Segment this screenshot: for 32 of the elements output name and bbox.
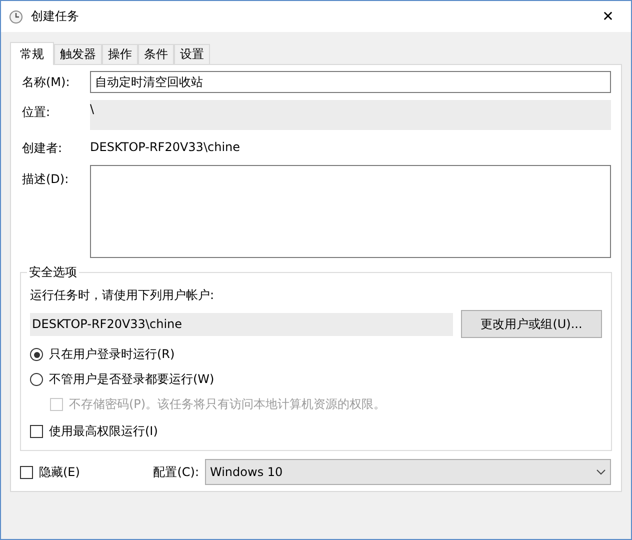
config-label: 配置(C): bbox=[153, 464, 199, 480]
name-label: 名称(M): bbox=[22, 74, 71, 91]
config-select[interactable]: Windows 10 bbox=[205, 459, 611, 485]
checkbox[interactable] bbox=[30, 425, 43, 438]
radio-button[interactable] bbox=[30, 373, 43, 386]
description-field[interactable] bbox=[90, 165, 611, 258]
group-legend: 安全选项 bbox=[27, 264, 79, 281]
account-field: DESKTOP-RF20V33\chine bbox=[30, 312, 453, 336]
option-label: 只在用户登录时运行(R) bbox=[49, 346, 175, 363]
window-title: 创建任务 bbox=[31, 8, 80, 25]
change-user-button[interactable]: 更改用户或组(U)... bbox=[461, 310, 602, 338]
chevron-down-icon bbox=[596, 469, 606, 475]
clock-icon bbox=[9, 10, 23, 24]
checkbox[interactable] bbox=[20, 466, 33, 478]
tab[interactable]: 常规 bbox=[10, 42, 54, 65]
option-label: 不管用户是否登录都要运行(W) bbox=[49, 371, 214, 388]
option-label: 不存储密码(P)。该任务将只有访问本地计算机资源的权限。 bbox=[69, 396, 386, 413]
location-field: \ bbox=[90, 100, 611, 130]
author-label: 创建者: bbox=[22, 140, 64, 157]
location-label: 位置: bbox=[22, 104, 52, 121]
close-button[interactable]: ✕ bbox=[593, 2, 623, 32]
tab[interactable]: 设置 bbox=[174, 44, 210, 64]
tab[interactable]: 操作 bbox=[102, 44, 138, 64]
radio-button[interactable] bbox=[30, 348, 43, 361]
option-label: 使用最高权限运行(I) bbox=[49, 423, 158, 440]
description-label: 描述(D): bbox=[22, 171, 70, 188]
tab[interactable]: 触发器 bbox=[54, 44, 102, 64]
author-value: DESKTOP-RF20V33\chine bbox=[90, 140, 240, 154]
hidden-label: 隐藏(E) bbox=[39, 464, 80, 480]
account-prompt: 运行任务时，请使用下列用户帐户: bbox=[30, 287, 216, 304]
tab[interactable]: 条件 bbox=[138, 44, 174, 64]
name-field[interactable]: 自动定时清空回收站 bbox=[90, 71, 611, 93]
